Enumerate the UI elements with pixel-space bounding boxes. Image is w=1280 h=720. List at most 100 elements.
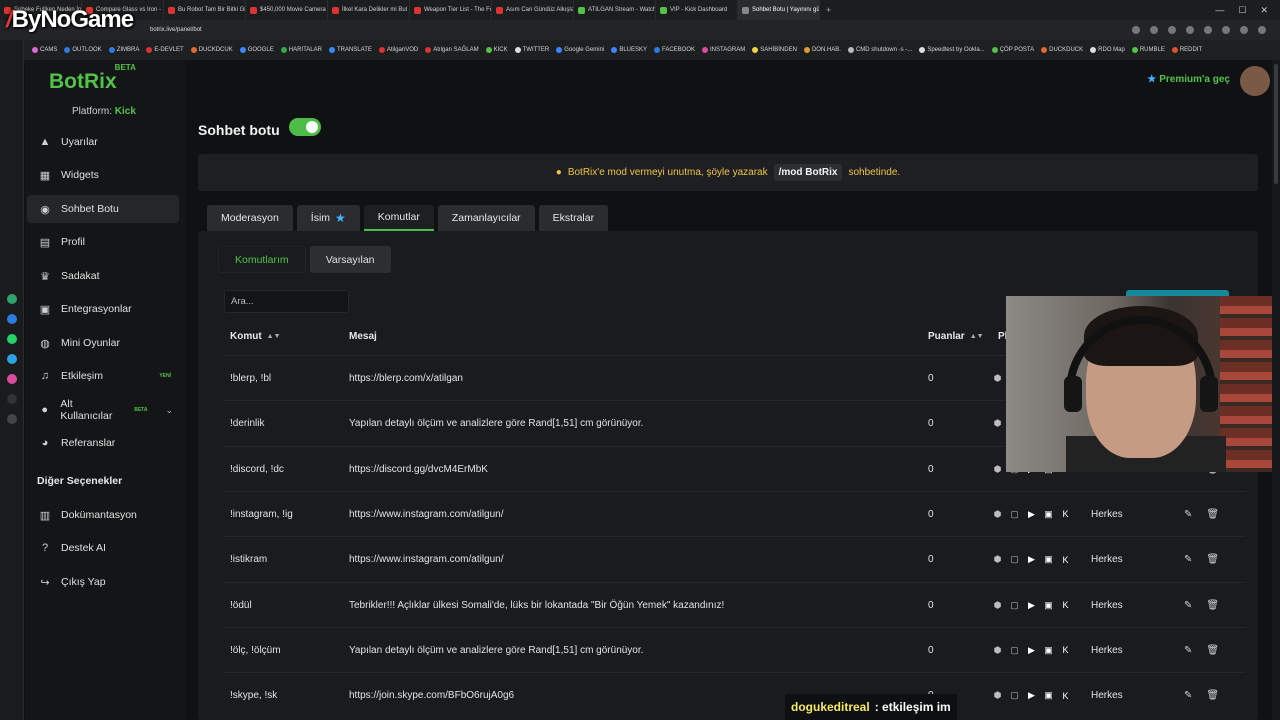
extension-icon[interactable] <box>1186 26 1194 34</box>
premium-link[interactable]: ★ Premium'a geç <box>1147 74 1230 85</box>
browser-tab[interactable]: ATILGAN Stream - Watch <box>574 0 656 20</box>
sidebar-item-profil[interactable]: ▤ Profil <box>27 228 179 256</box>
close-icon[interactable]: ✕ <box>1260 5 1268 16</box>
browser-tab[interactable]: $450,000 Movie Camera <box>246 0 328 20</box>
extension-icon[interactable] <box>1204 26 1212 34</box>
edit-icon[interactable]: ✎ <box>1184 600 1192 611</box>
brand-logo[interactable]: BotRixBETA <box>49 63 138 94</box>
bookmark-item[interactable]: ZIMBRA <box>108 47 139 53</box>
subtab-1[interactable]: Varsayılan <box>309 246 391 273</box>
trash-icon[interactable]: 🗑 <box>1206 509 1219 520</box>
instagram-icon[interactable] <box>7 374 17 384</box>
sidebar-item-sadakat[interactable]: ♛ Sadakat <box>27 262 179 290</box>
bot-enabled-toggle[interactable] <box>289 118 321 136</box>
new-tab-button[interactable]: + <box>820 5 837 15</box>
browser-tab[interactable]: Sohbet Botu | Yayınını gü <box>738 0 820 20</box>
browser-tab[interactable]: Weapon Tier List - The Fo <box>410 0 492 20</box>
chevron-down-icon[interactable]: ⌄ <box>165 405 173 416</box>
bookmark-item[interactable]: REDDIT <box>1171 47 1203 53</box>
minimize-icon[interactable]: — <box>1215 5 1224 16</box>
bookmark-item[interactable]: BLUESKY <box>611 47 647 53</box>
bookmark-item[interactable]: AtilganVOD <box>378 47 418 53</box>
bookmark-item[interactable]: OUTLOOK <box>64 47 102 53</box>
bookmark-item[interactable]: E-DEVLET <box>146 47 184 53</box>
bookmark-item[interactable]: RUMBLE <box>1131 47 1165 53</box>
extension-icon[interactable] <box>1132 26 1140 34</box>
bookmark-item[interactable]: Atılgan SAĞLAM <box>425 47 479 53</box>
sidebar-item-cikis-yap[interactable]: ↪ Çıkış Yap <box>27 568 179 596</box>
bookmark-item[interactable]: TRANSLATE <box>328 47 372 53</box>
trash-icon[interactable]: 🗑 <box>1206 600 1219 611</box>
tab-i-sim[interactable]: İsim ★ <box>296 205 360 231</box>
edit-icon[interactable]: ✎ <box>1184 645 1192 656</box>
bookmark-item[interactable]: FACEBOOK <box>654 47 695 53</box>
command-cell: !blerp, !bl <box>230 373 272 384</box>
x-icon[interactable] <box>7 414 17 424</box>
bookmark-item[interactable]: DUCKDCUK <box>190 47 233 53</box>
browser-tab-title: İlkel Kara Delikler mi Bul <box>342 7 408 13</box>
messenger-icon[interactable] <box>7 314 17 324</box>
browser-tab[interactable]: Bu Robot Tam Bir Bitki Gi <box>164 0 246 20</box>
bookmark-item[interactable]: DON.HAB. <box>803 47 841 53</box>
sidebar-item-mini-oyunlar[interactable]: ◍ Mini Oyunlar <box>27 329 179 357</box>
browser-tab[interactable]: İlkel Kara Delikler mi Bul <box>328 0 410 20</box>
webcam-overlay <box>1006 296 1280 472</box>
edit-icon[interactable]: ✎ <box>1184 509 1192 520</box>
sidebar-item-destek-ai[interactable]: ? Destek AI <box>27 534 179 562</box>
sidebar-badge: YENİ <box>159 373 171 379</box>
sort-icon: ▲▼ <box>969 333 984 340</box>
extension-icon[interactable] <box>1240 26 1248 34</box>
bookmark-label: REDDIT <box>1179 47 1203 53</box>
bookmark-item[interactable]: INSTAGRAM <box>702 47 745 53</box>
sidebar-item-referanslar[interactable]: ◕ Referanslar <box>27 429 179 457</box>
bookmark-item[interactable]: CAMS <box>32 47 57 53</box>
subtab-0[interactable]: Komutlarım <box>218 246 306 273</box>
app-icon[interactable] <box>7 294 17 304</box>
bookmark-item[interactable]: SAHİBİNDEN <box>752 47 797 53</box>
trash-icon[interactable]: 🗑 <box>1206 645 1219 656</box>
page-scrollbar[interactable] <box>1272 60 1280 720</box>
bookmark-item[interactable]: TWITTER <box>514 47 549 53</box>
extension-icon[interactable] <box>1258 26 1266 34</box>
sidebar-item-alt-kullanicilar[interactable]: ● Alt Kullanıcılar BETA ⌄ <box>27 396 179 424</box>
edit-icon[interactable]: ✎ <box>1184 690 1192 701</box>
search-input[interactable] <box>224 290 349 313</box>
browser-tab[interactable]: Asım Can Gündüz Alkışla <box>492 0 574 20</box>
bookmark-item[interactable]: Speedtest by Ookla... <box>919 47 985 53</box>
bookmark-item[interactable]: GOOGLE <box>239 47 274 53</box>
tiktok-icon[interactable] <box>7 394 17 404</box>
telegram-icon[interactable] <box>7 354 17 364</box>
column-header-points[interactable]: Puanlar ▲▼ <box>928 331 984 342</box>
bookmark-item[interactable]: Google Gemini <box>556 47 604 53</box>
tab-ekstralar[interactable]: Ekstralar <box>538 205 609 231</box>
column-header-command[interactable]: Komut ▲▼ <box>230 331 281 342</box>
bookmark-item[interactable]: ÇÖP POSTA <box>991 47 1034 53</box>
edit-icon[interactable]: ✎ <box>1184 554 1192 565</box>
browser-tab[interactable]: VIP - Kick Dashboard <box>656 0 738 20</box>
extension-icon[interactable] <box>1150 26 1158 34</box>
maximize-icon[interactable]: ☐ <box>1238 5 1246 16</box>
tab-komutlar[interactable]: Komutlar <box>363 205 434 231</box>
bookmark-item[interactable]: DUCKDUCK <box>1041 47 1083 53</box>
trash-icon[interactable]: 🗑 <box>1206 554 1219 565</box>
whatsapp-icon[interactable] <box>7 334 17 344</box>
bookmark-item[interactable]: HARITALAR <box>280 47 322 53</box>
bookmark-item[interactable]: CMD shutdown -s -... <box>847 47 912 53</box>
sidebar-item-dokumantasyon[interactable]: ▥ Dokümantasyon <box>27 501 179 529</box>
url-text[interactable]: botrix.live/panel/bot <box>150 27 202 33</box>
sidebar-item-uyarilar[interactable]: ▲ Uyarılar <box>27 128 179 156</box>
bookmark-item[interactable]: KICK <box>485 47 508 53</box>
sidebar-item-etkilesim[interactable]: ♫ Etkileşim YENİ <box>27 362 179 390</box>
tab-zamanlay-c-lar[interactable]: Zamanlayıcılar <box>437 205 535 231</box>
bookmark-favicon-icon <box>654 47 660 53</box>
extension-icon[interactable] <box>1168 26 1176 34</box>
extension-icon[interactable] <box>1222 26 1230 34</box>
bookmark-item[interactable]: RDO Map <box>1090 47 1125 53</box>
tab-moderasyon[interactable]: Moderasyon <box>207 205 293 231</box>
page-title: Sohbet botu <box>198 122 280 138</box>
avatar[interactable] <box>1240 66 1270 96</box>
sidebar-item-sohbet-botu[interactable]: ◉ Sohbet Botu <box>27 195 179 223</box>
sidebar-item-entegrasyonlar[interactable]: ▣ Entegrasyonlar <box>27 295 179 323</box>
trash-icon[interactable]: 🗑 <box>1206 690 1219 701</box>
sidebar-item-widgets[interactable]: ▦ Widgets <box>27 161 179 189</box>
